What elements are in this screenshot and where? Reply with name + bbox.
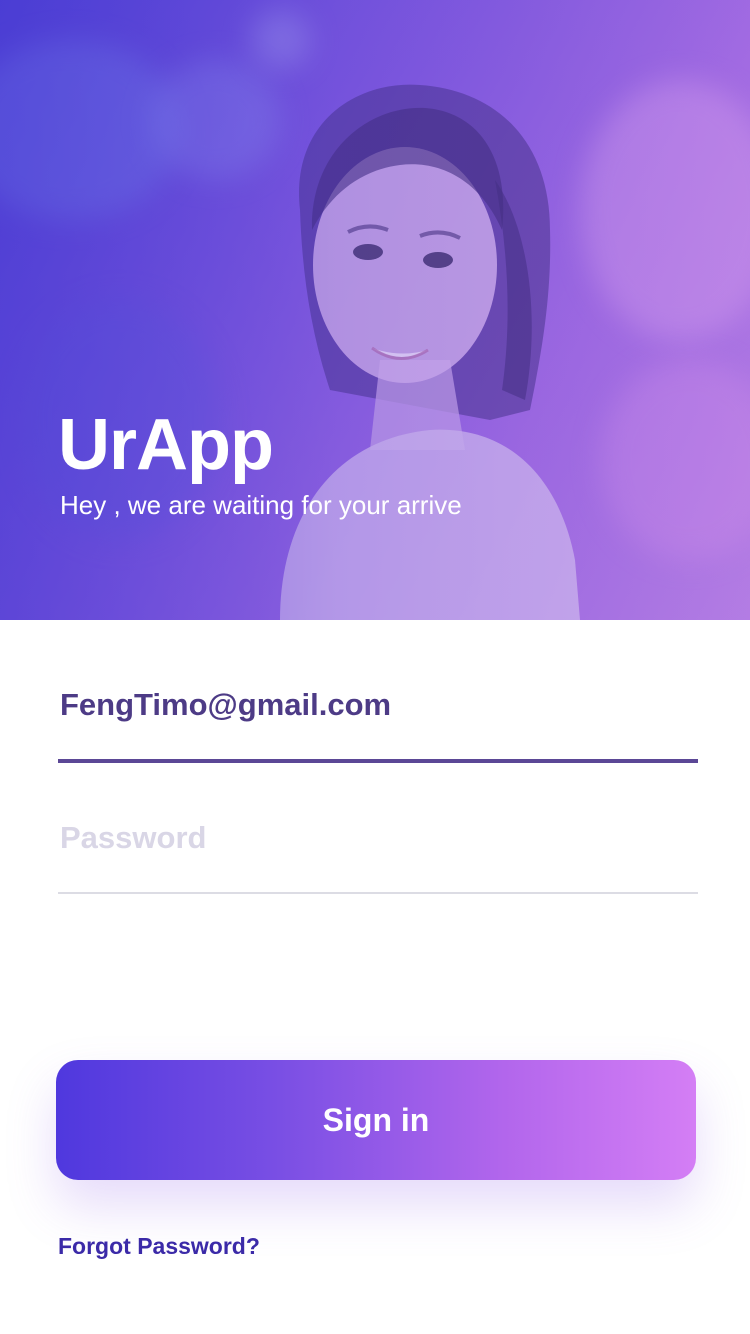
- hero-color-overlay: [0, 0, 750, 620]
- email-field-container: [58, 683, 698, 763]
- email-field[interactable]: [58, 683, 698, 727]
- sign-in-button[interactable]: Sign in: [56, 1060, 696, 1180]
- password-field-container: [58, 816, 698, 894]
- hero-banner: UrApp Hey , we are waiting for your arri…: [0, 0, 750, 620]
- app-title: UrApp: [58, 405, 274, 485]
- password-field[interactable]: [58, 816, 698, 860]
- forgot-password-link[interactable]: Forgot Password?: [58, 1231, 260, 1261]
- login-screen: UrApp Hey , we are waiting for your arri…: [0, 0, 750, 1334]
- app-subtitle: Hey , we are waiting for your arrive: [60, 490, 462, 520]
